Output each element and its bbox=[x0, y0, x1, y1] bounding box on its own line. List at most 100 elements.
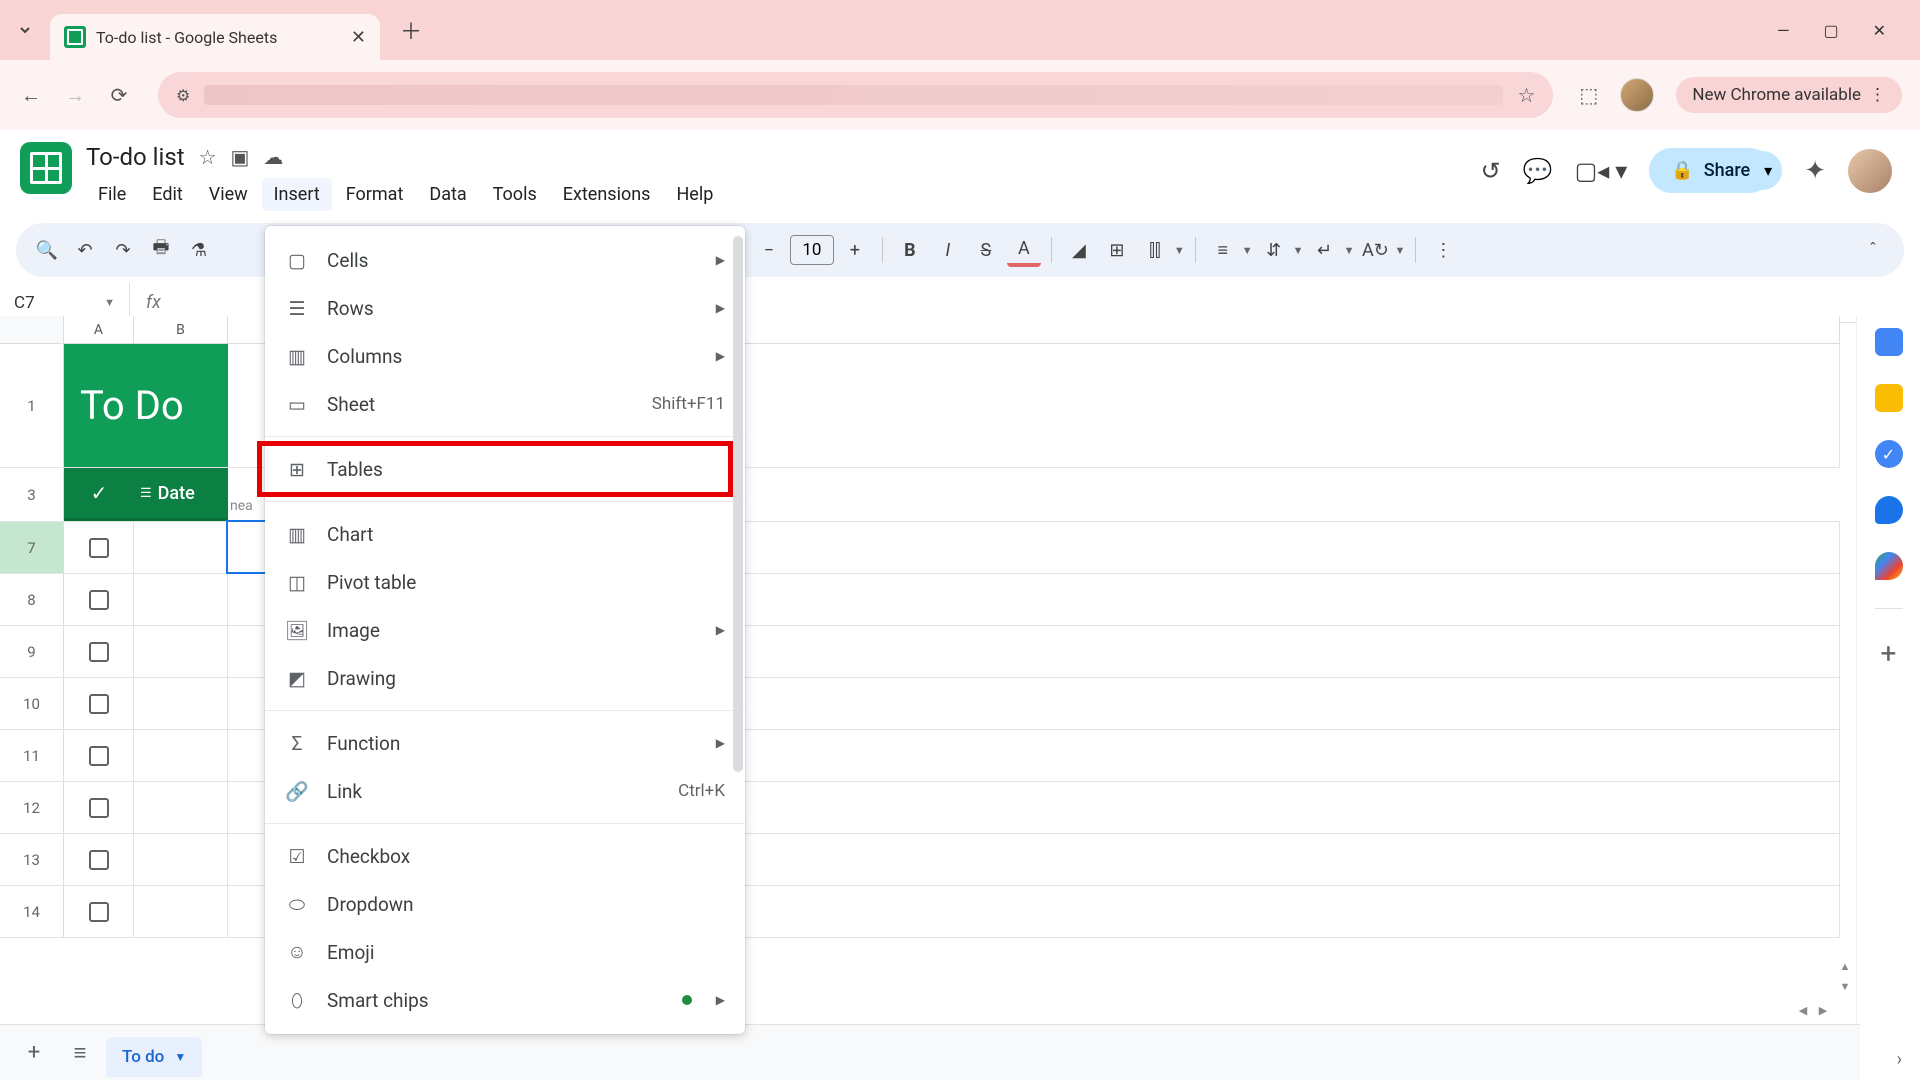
menu-item-dropdown[interactable]: ⬭ Dropdown bbox=[265, 880, 745, 928]
star-icon[interactable]: ☆ bbox=[199, 145, 217, 169]
tasks-addon-icon[interactable] bbox=[1875, 440, 1903, 468]
browser-tab-active[interactable]: To-do list - Google Sheets ✕ bbox=[50, 14, 380, 60]
contacts-addon-icon[interactable] bbox=[1875, 496, 1903, 524]
row-header-7[interactable]: 7 bbox=[0, 522, 64, 573]
cell[interactable] bbox=[134, 730, 228, 781]
vertical-scrollbar[interactable]: ▲ ▼ bbox=[1836, 330, 1854, 1000]
checkbox-cell[interactable] bbox=[64, 730, 134, 781]
row-header-10[interactable]: 10 bbox=[0, 678, 64, 729]
menu-item-chart[interactable]: ▥ Chart bbox=[265, 510, 745, 558]
header-date-col[interactable]: ☰ Date bbox=[134, 483, 228, 504]
maximize-button[interactable]: ▢ bbox=[1823, 21, 1838, 40]
fill-color-icon[interactable]: ◢ bbox=[1062, 233, 1096, 267]
comments-icon[interactable]: 💬 bbox=[1523, 157, 1553, 185]
name-box-dropdown-icon[interactable]: ▼ bbox=[104, 296, 115, 309]
forward-button[interactable]: → bbox=[62, 83, 88, 108]
checkbox-cell[interactable] bbox=[64, 522, 134, 573]
select-all-corner[interactable] bbox=[0, 316, 64, 343]
h-align-dd[interactable]: ▼ bbox=[1242, 244, 1253, 257]
redo-icon[interactable]: ↷ bbox=[106, 233, 140, 267]
tab-search-button[interactable] bbox=[10, 15, 40, 45]
row-header-13[interactable]: 13 bbox=[0, 834, 64, 885]
menu-item-pivot-table[interactable]: ◫ Pivot table bbox=[265, 558, 745, 606]
text-color-icon[interactable]: A bbox=[1007, 233, 1041, 267]
cell[interactable] bbox=[134, 834, 228, 885]
menu-item-smart-chips[interactable]: ⬯ Smart chips ▶ bbox=[265, 976, 745, 1024]
wrap-dd[interactable]: ▼ bbox=[1344, 244, 1355, 257]
menu-item-sheet[interactable]: ▭ Sheet Shift+F11 bbox=[265, 380, 745, 428]
checkbox-cell[interactable] bbox=[64, 834, 134, 885]
menu-item-checkbox[interactable]: ☑ Checkbox bbox=[265, 832, 745, 880]
menu-format[interactable]: Format bbox=[334, 178, 416, 211]
collapse-toolbar-icon[interactable]: ˆ bbox=[1856, 233, 1890, 267]
menu-item-emoji[interactable]: ☺ Emoji bbox=[265, 928, 745, 976]
row-header-14[interactable]: 14 bbox=[0, 886, 64, 937]
merge-cells-icon[interactable]: ⫿⫿ bbox=[1138, 233, 1172, 267]
menu-item-image[interactable]: 🖼 Image ▶ bbox=[265, 606, 745, 654]
add-sheet-button[interactable]: + bbox=[14, 1033, 54, 1073]
rotate-icon[interactable]: A↻ bbox=[1358, 233, 1392, 267]
paint-format-icon[interactable]: ⚗ bbox=[182, 233, 216, 267]
font-size-increase[interactable]: + bbox=[838, 233, 872, 267]
todo-banner[interactable]: To Do bbox=[64, 344, 228, 467]
menu-tools[interactable]: Tools bbox=[481, 178, 549, 211]
undo-icon[interactable]: ↶ bbox=[68, 233, 102, 267]
cell[interactable] bbox=[134, 886, 228, 937]
get-addons-icon[interactable]: + bbox=[1881, 637, 1897, 670]
checkbox-cell[interactable] bbox=[64, 626, 134, 677]
chrome-update-pill[interactable]: New Chrome available ⋮ bbox=[1676, 77, 1902, 113]
cell[interactable] bbox=[134, 782, 228, 833]
document-title[interactable]: To-do list bbox=[86, 143, 185, 171]
sheet-tab-active[interactable]: To do ▼ bbox=[106, 1037, 202, 1077]
more-toolbar-icon[interactable]: ⋮ bbox=[1426, 233, 1460, 267]
row-header-3[interactable]: 3 bbox=[0, 468, 64, 521]
share-dropdown-button[interactable]: ▾ bbox=[1754, 151, 1782, 190]
bold-icon[interactable]: B bbox=[893, 233, 927, 267]
row-header-9[interactable]: 9 bbox=[0, 626, 64, 677]
menu-item-cells[interactable]: ▢ Cells ▶ bbox=[265, 236, 745, 284]
profile-avatar-small[interactable] bbox=[1620, 78, 1654, 112]
checkbox-cell[interactable] bbox=[64, 574, 134, 625]
header-check-col[interactable]: ✓ bbox=[64, 481, 134, 505]
cloud-status-icon[interactable]: ☁ bbox=[263, 145, 283, 169]
meet-icon[interactable]: ▢◂ ▾ bbox=[1575, 157, 1628, 185]
table-header-row[interactable]: ✓ ☰ Date bbox=[64, 468, 228, 521]
move-icon[interactable]: ▣ bbox=[231, 145, 250, 169]
col-header-B[interactable]: B bbox=[134, 316, 228, 343]
checkbox-cell[interactable] bbox=[64, 886, 134, 937]
site-settings-icon[interactable]: ⚙ bbox=[176, 86, 190, 105]
cell[interactable] bbox=[134, 626, 228, 677]
maps-addon-icon[interactable] bbox=[1875, 552, 1903, 580]
print-icon[interactable]: 🖶 bbox=[144, 233, 178, 267]
extensions-icon[interactable]: ⬚ bbox=[1579, 83, 1598, 107]
history-icon[interactable]: ↺ bbox=[1481, 157, 1501, 185]
keep-addon-icon[interactable] bbox=[1875, 384, 1903, 412]
filter-icon[interactable]: ☰ bbox=[140, 486, 152, 501]
rotate-dd[interactable]: ▼ bbox=[1394, 244, 1405, 257]
menu-item-rows[interactable]: ☰ Rows ▶ bbox=[265, 284, 745, 332]
menu-help[interactable]: Help bbox=[664, 178, 725, 211]
new-tab-button[interactable]: ＋ bbox=[400, 14, 422, 46]
v-align-dd[interactable]: ▼ bbox=[1293, 244, 1304, 257]
account-avatar[interactable] bbox=[1848, 149, 1892, 193]
font-size-decrease[interactable]: − bbox=[752, 233, 786, 267]
all-sheets-button[interactable]: ≡ bbox=[60, 1033, 100, 1073]
address-bar[interactable]: ⚙ ☆ bbox=[158, 72, 1553, 118]
italic-icon[interactable]: I bbox=[931, 233, 965, 267]
checkbox-cell[interactable] bbox=[64, 782, 134, 833]
minimize-button[interactable]: — bbox=[1777, 21, 1790, 40]
menu-item-link[interactable]: 🔗 Link Ctrl+K bbox=[265, 767, 745, 815]
side-panel-toggle-icon[interactable]: › bbox=[1897, 1049, 1902, 1070]
cell[interactable] bbox=[134, 574, 228, 625]
back-button[interactable]: ← bbox=[18, 83, 44, 108]
menu-extensions[interactable]: Extensions bbox=[551, 178, 663, 211]
wrap-icon[interactable]: ↵ bbox=[1308, 233, 1342, 267]
v-align-icon[interactable]: ⇵ bbox=[1257, 233, 1291, 267]
menu-view[interactable]: View bbox=[197, 178, 260, 211]
menu-file[interactable]: File bbox=[86, 178, 138, 211]
search-menus-icon[interactable]: 🔍 bbox=[30, 233, 64, 267]
merge-dropdown[interactable]: ▼ bbox=[1174, 244, 1185, 257]
strikethrough-icon[interactable]: S bbox=[969, 233, 1003, 267]
reload-button[interactable]: ⟳ bbox=[106, 83, 132, 107]
row-header-11[interactable]: 11 bbox=[0, 730, 64, 781]
